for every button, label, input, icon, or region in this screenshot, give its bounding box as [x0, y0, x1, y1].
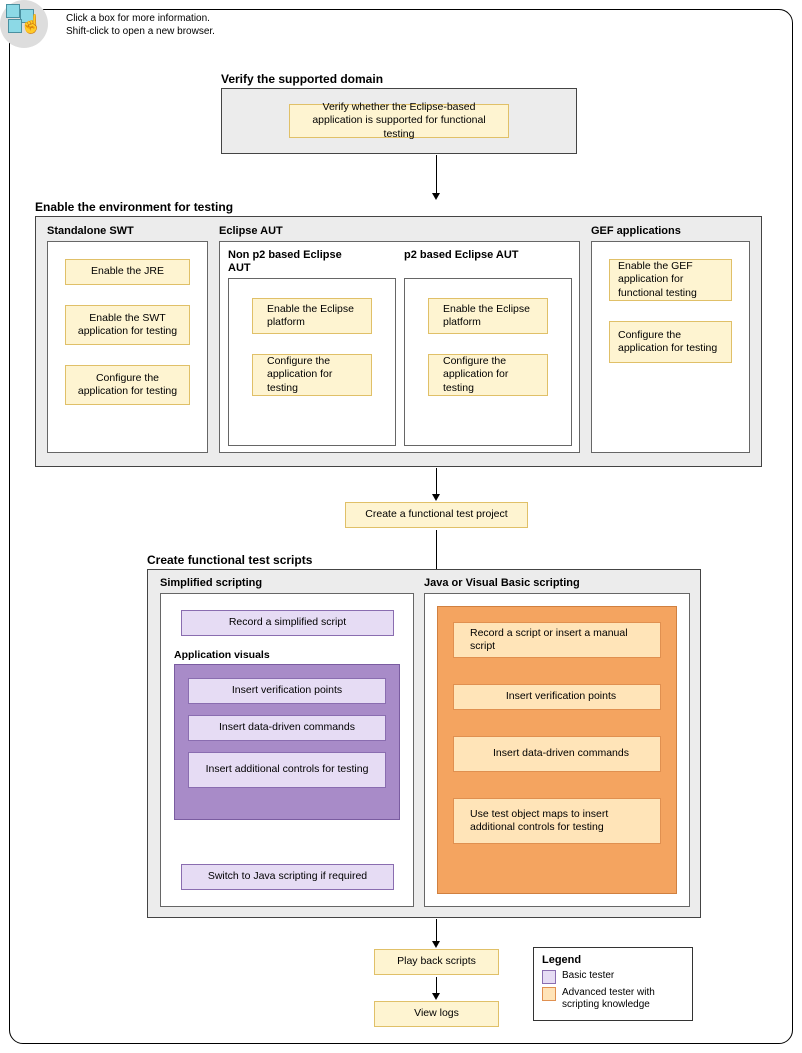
p2-enable-box[interactable]: Enable the Eclipse platform [428, 298, 548, 334]
nonp2-config-box[interactable]: Configure the application for testing [252, 354, 372, 396]
swt-title: Standalone SWT [47, 225, 134, 237]
gef-title: GEF applications [591, 225, 681, 237]
playback-box[interactable]: Play back scripts [374, 949, 499, 975]
p2-title: p2 based Eclipse AUT [404, 249, 534, 262]
verify-box[interactable]: Verify whether the Eclipse-based applica… [289, 104, 509, 138]
help-indicator: ☝ [0, 0, 48, 48]
verify-title: Verify the supported domain [221, 72, 383, 86]
nonp2-title: Non p2 based Eclipse AUT [228, 249, 358, 275]
java-title: Java or Visual Basic scripting [424, 577, 580, 589]
gef-config-box[interactable]: Configure the application for testing [609, 321, 732, 363]
help-text: Click a box for more information. Shift-… [66, 12, 215, 38]
pointer-icon: ☝ [20, 14, 42, 35]
legend-basic-label: Basic tester [562, 970, 614, 981]
java-data-box[interactable]: Insert data-driven commands [453, 736, 661, 772]
legend: Legend Basic tester Advanced tester with… [533, 947, 693, 1021]
aut-title: Eclipse AUT [219, 225, 283, 237]
swt-config-box[interactable]: Configure the application for testing [65, 365, 190, 405]
nonp2-enable-box[interactable]: Enable the Eclipse platform [252, 298, 372, 334]
switch-java-box[interactable]: Switch to Java scripting if required [181, 864, 394, 890]
java-maps-box[interactable]: Use test object maps to insert additiona… [453, 798, 661, 844]
scripts-title: Create functional test scripts [147, 553, 312, 567]
enable-title: Enable the environment for testing [35, 200, 233, 214]
visuals-title: Application visuals [174, 649, 270, 661]
gef-enable-box[interactable]: Enable the GEF application for functiona… [609, 259, 732, 301]
simplified-title: Simplified scripting [160, 577, 262, 589]
visuals-data-box[interactable]: Insert data-driven commands [188, 715, 386, 741]
record-simplified-box[interactable]: Record a simplified script [181, 610, 394, 636]
swt-app-box[interactable]: Enable the SWT application for testing [65, 305, 190, 345]
swt-jre-box[interactable]: Enable the JRE [65, 259, 190, 285]
visuals-vp-box[interactable]: Insert verification points [188, 678, 386, 704]
java-vp-box[interactable]: Insert verification points [453, 684, 661, 710]
viewlogs-box[interactable]: View logs [374, 1001, 499, 1027]
java-record-box[interactable]: Record a script or insert a manual scrip… [453, 622, 661, 658]
legend-swatch-advanced [542, 987, 556, 1001]
legend-advanced-label: Advanced tester with scripting knowledge [562, 987, 684, 1011]
visuals-controls-box[interactable]: Insert additional controls for testing [188, 752, 386, 788]
p2-config-box[interactable]: Configure the application for testing [428, 354, 548, 396]
legend-title: Legend [542, 954, 684, 966]
create-project-box[interactable]: Create a functional test project [345, 502, 528, 528]
legend-swatch-basic [542, 970, 556, 984]
